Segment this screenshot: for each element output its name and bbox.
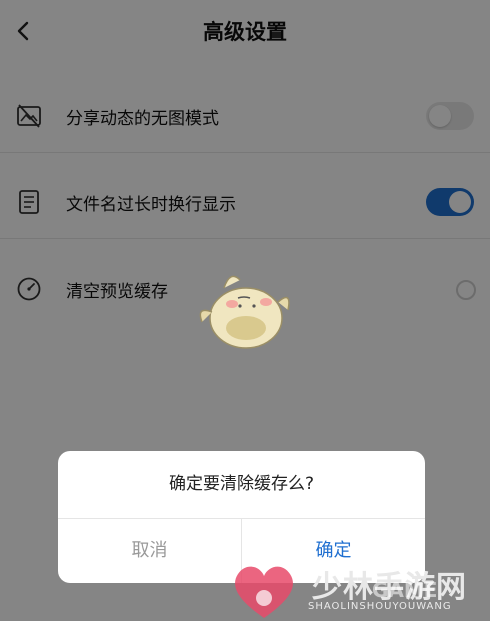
mascot-character bbox=[199, 275, 290, 349]
cancel-button[interactable]: 取消 bbox=[58, 518, 241, 583]
dialog-message: 确定要清除缓存么? bbox=[168, 474, 315, 494]
watermark-logo bbox=[235, 566, 293, 618]
watermark-game: GAME bbox=[372, 578, 438, 602]
watermark-subtext: SHAOLINSHOUYOUWANG bbox=[308, 601, 452, 612]
